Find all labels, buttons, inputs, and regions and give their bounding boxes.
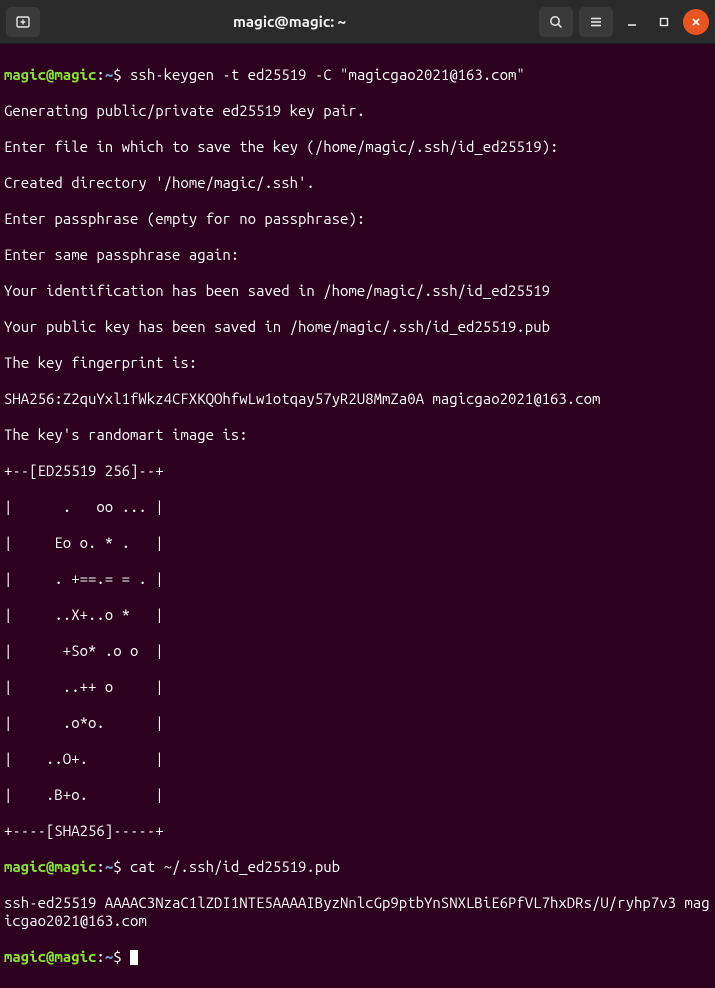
prompt-dollar: $ (113, 948, 121, 965)
terminal-output: Your public key has been saved in /home/… (4, 318, 711, 336)
terminal-output: | ..X+..o * | (4, 606, 711, 624)
terminal-output: ssh-ed25519 AAAAC3NzaC1lZDI1NTE5AAAAIByz… (4, 894, 711, 930)
terminal-body[interactable]: magic@magic:~$ ssh-keygen -t ed25519 -C … (0, 44, 715, 988)
menu-button[interactable] (579, 7, 613, 37)
maximize-button[interactable] (651, 9, 677, 35)
terminal-output: | ..O+. | (4, 750, 711, 768)
minimize-button[interactable] (619, 9, 645, 35)
terminal-output: | . oo ... | (4, 498, 711, 516)
terminal-output: The key fingerprint is: (4, 354, 711, 372)
terminal-output: The key's randomart image is: (4, 426, 711, 444)
command-text: cat ~/.ssh/id_ed25519.pub (130, 858, 340, 875)
terminal-output: Enter passphrase (empty for no passphras… (4, 210, 711, 228)
cursor-icon (130, 950, 138, 965)
prompt-dollar: $ (113, 858, 121, 875)
terminal-output: +--[ED25519 256]--+ (4, 462, 711, 480)
terminal-output: Enter same passphrase again: (4, 246, 711, 264)
prompt-path: ~ (105, 66, 113, 83)
terminal-output: Enter file in which to save the key (/ho… (4, 138, 711, 156)
prompt-user: magic@magic (4, 948, 96, 965)
prompt-user: magic@magic (4, 66, 96, 83)
terminal-output: | . +==.= = . | (4, 570, 711, 588)
terminal-output: | .o*o. | (4, 714, 711, 732)
titlebar: magic@magic: ~ (0, 0, 715, 44)
terminal-output: +----[SHA256]-----+ (4, 822, 711, 840)
terminal-output: | +So* .o o | (4, 642, 711, 660)
prompt-path: ~ (105, 948, 113, 965)
close-button[interactable] (683, 9, 709, 35)
terminal-output: Your identification has been saved in /h… (4, 282, 711, 300)
prompt-path: ~ (105, 858, 113, 875)
window-title: magic@magic: ~ (40, 13, 539, 30)
new-tab-button[interactable] (6, 7, 40, 37)
prompt-sep: : (96, 66, 104, 83)
terminal-output: Generating public/private ed25519 key pa… (4, 102, 711, 120)
terminal-output: SHA256:Z2quYxl1fWkz4CFXKQOhfwLw1otqay57y… (4, 390, 711, 408)
terminal-output: | .B+o. | (4, 786, 711, 804)
prompt-line: magic@magic:~$ ssh-keygen -t ed25519 -C … (4, 66, 711, 84)
prompt-sep: : (96, 858, 104, 875)
command-text: ssh-keygen -t ed25519 -C "magicgao2021@1… (130, 66, 525, 83)
prompt-line: magic@magic:~$ (4, 948, 711, 966)
search-button[interactable] (539, 7, 573, 37)
prompt-sep: : (96, 948, 104, 965)
terminal-output: Created directory '/home/magic/.ssh'. (4, 174, 711, 192)
terminal-output: | ..++ o | (4, 678, 711, 696)
prompt-line: magic@magic:~$ cat ~/.ssh/id_ed25519.pub (4, 858, 711, 876)
prompt-dollar: $ (113, 66, 121, 83)
terminal-output: | Eo o. * . | (4, 534, 711, 552)
prompt-user: magic@magic (4, 858, 96, 875)
